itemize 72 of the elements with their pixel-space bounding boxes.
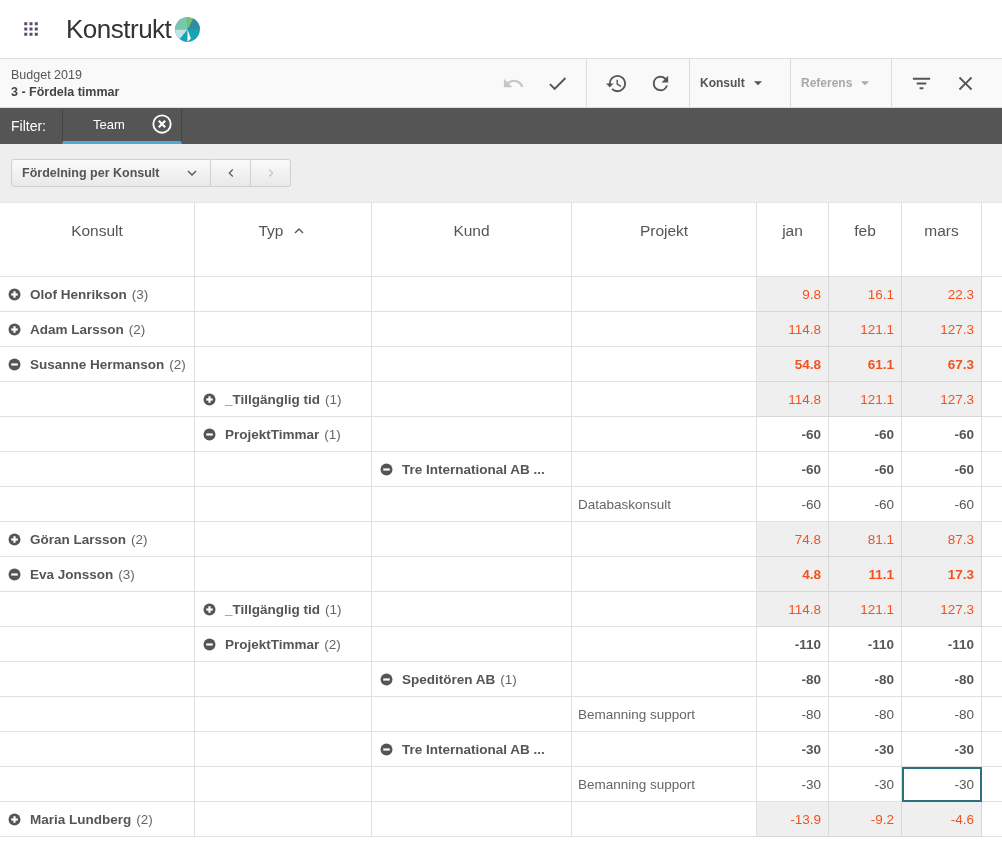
expand-icon[interactable]: [203, 602, 216, 616]
group-count: (1): [324, 426, 341, 442]
collapse-icon[interactable]: [380, 672, 393, 686]
value-cell[interactable]: -80: [757, 662, 829, 697]
group-label: Susanne Hermanson: [30, 356, 165, 372]
column-header[interactable]: Konsult: [0, 202, 195, 277]
project-label: Databaskonsult: [578, 496, 672, 512]
value-cell[interactable]: -30: [829, 732, 902, 767]
collapse-icon[interactable]: [8, 567, 21, 581]
step-title: 3 - Fördela timmar: [11, 84, 121, 99]
column-header[interactable]: Projekt: [572, 202, 757, 277]
group-label: Eva Jonsson: [30, 566, 114, 582]
group-count: (1): [325, 601, 342, 617]
group-label: ProjektTimmar: [225, 426, 320, 442]
value-cell[interactable]: -80: [902, 662, 982, 697]
value-cell[interactable]: -60: [757, 452, 829, 487]
value-cell[interactable]: -110: [829, 627, 902, 662]
app-logo-text: Konstrukt: [66, 13, 172, 45]
value-cell[interactable]: -60: [902, 452, 982, 487]
value-cell[interactable]: -80: [829, 662, 902, 697]
value-cell[interactable]: -60: [902, 417, 982, 452]
group-count: (3): [118, 566, 135, 582]
group-label: _Tillgänglig tid: [225, 391, 320, 407]
expand-icon[interactable]: [203, 392, 216, 406]
project-label: Bemanning support: [578, 776, 696, 792]
value-cell[interactable]: -60: [829, 417, 902, 452]
group-label: _Tillgänglig tid: [225, 601, 320, 617]
filter-label: Filter:: [10, 117, 47, 136]
dropdown-button[interactable]: Konsult: [698, 63, 782, 103]
collapse-icon[interactable]: [380, 742, 393, 756]
group-count: (2): [128, 321, 146, 337]
column-header[interactable]: Typ: [195, 202, 372, 277]
column-header[interactable]: Kund: [372, 202, 572, 277]
value-cell[interactable]: -30: [757, 732, 829, 767]
group-count: (2): [169, 356, 186, 372]
view-dropdown[interactable]: Fördelning per Konsult: [11, 159, 211, 187]
group-label: Speditören AB: [402, 671, 496, 687]
group-count: (3): [131, 286, 149, 302]
group-label: ProjektTimmar: [225, 636, 320, 652]
apps-menu-icon[interactable]: [22, 20, 40, 38]
collapse-icon[interactable]: [8, 357, 21, 371]
group-label: Tre International AB ...: [402, 461, 545, 477]
group-label: Olof Henrikson: [30, 286, 127, 302]
expand-icon[interactable]: [8, 812, 21, 826]
group-count: (2): [131, 531, 148, 547]
collapse-icon[interactable]: [380, 462, 393, 476]
value-cell[interactable]: -110: [902, 627, 982, 662]
group-label: Adam Larsson: [30, 321, 124, 337]
group-count: (1): [325, 391, 342, 407]
expand-icon[interactable]: [8, 322, 21, 336]
value-cell[interactable]: -80: [902, 697, 982, 732]
expand-icon[interactable]: [8, 287, 21, 301]
project-label: Bemanning support: [578, 706, 696, 722]
group-count: (2): [136, 811, 153, 827]
value-cell[interactable]: -30: [902, 732, 982, 767]
value-cell[interactable]: -110: [757, 627, 829, 662]
logo-pie-icon: [174, 15, 202, 43]
expand-icon[interactable]: [8, 532, 21, 546]
value-cell[interactable]: -30: [902, 767, 982, 802]
value-cell[interactable]: -80: [829, 697, 902, 732]
value-cell[interactable]: -80: [757, 697, 829, 732]
remove-filter-icon[interactable]: [151, 113, 173, 135]
group-label: Tre International AB ...: [402, 741, 545, 757]
value-cell[interactable]: -60: [829, 452, 902, 487]
collapse-icon[interactable]: [203, 637, 216, 651]
document-title: Budget 2019: [11, 67, 83, 82]
group-count: (2): [324, 636, 341, 652]
group-label: Göran Larsson: [30, 531, 127, 547]
group-count: (1): [500, 671, 517, 687]
group-label: Maria Lundberg: [30, 811, 132, 827]
collapse-icon[interactable]: [203, 427, 216, 441]
value-cell[interactable]: -60: [757, 417, 829, 452]
